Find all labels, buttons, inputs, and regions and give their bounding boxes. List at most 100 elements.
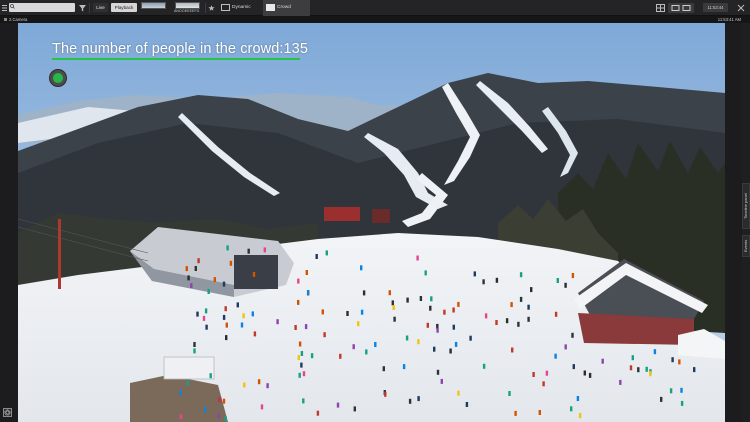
skier-figure xyxy=(583,370,586,376)
skier-figure xyxy=(436,327,439,333)
skier-figure xyxy=(186,380,190,386)
skier-figure xyxy=(193,342,196,347)
skier-figure xyxy=(653,349,657,355)
skier-figure xyxy=(236,302,239,308)
skier-figure xyxy=(229,260,233,266)
skier-figure xyxy=(298,372,301,378)
skier-figure xyxy=(440,378,443,384)
skier-figure xyxy=(179,414,183,420)
skier-figure xyxy=(207,289,210,294)
layout-thumbnail-1[interactable] xyxy=(141,2,166,9)
playback-button[interactable]: Playback xyxy=(111,3,137,12)
skier-figure xyxy=(297,299,300,305)
skier-figure xyxy=(532,372,535,377)
grid-icon[interactable] xyxy=(656,3,665,13)
skier-figure xyxy=(247,248,250,254)
skier-figure xyxy=(527,304,530,310)
divider xyxy=(205,3,206,13)
skier-figure xyxy=(336,402,340,408)
skier-figure xyxy=(226,245,229,251)
tab-crowd-detector[interactable]: Crowd Detector xyxy=(263,0,310,26)
skier-figure xyxy=(465,402,469,407)
skier-figure xyxy=(680,400,684,406)
skier-figure xyxy=(424,270,427,276)
skier-figure xyxy=(253,331,257,337)
skier-figure xyxy=(680,387,683,393)
skier-figure xyxy=(276,319,279,325)
skier-figure xyxy=(482,279,485,285)
skier-figure xyxy=(527,316,530,322)
search-box[interactable] xyxy=(9,3,75,12)
skier-figure xyxy=(571,273,575,278)
skier-figure xyxy=(517,321,520,327)
search-input[interactable] xyxy=(9,3,75,12)
skier-figure xyxy=(204,308,208,314)
skier-figure xyxy=(257,379,261,385)
skier-figure xyxy=(204,407,207,413)
clock-button[interactable]: 11:53:44 xyxy=(703,3,728,12)
skier-figure xyxy=(205,324,208,330)
skier-figure xyxy=(538,410,541,415)
skier-figure xyxy=(678,359,681,365)
skier-figure xyxy=(629,365,633,371)
star-icon[interactable] xyxy=(208,3,215,13)
skier-figure xyxy=(185,266,188,272)
camera-name: 2.Camera xyxy=(9,17,28,22)
skier-figure xyxy=(416,255,419,261)
skier-figure xyxy=(225,335,228,341)
skier-figure xyxy=(222,398,226,404)
skier-figure xyxy=(530,287,533,293)
timeline-panel-tab[interactable]: Timeline panel xyxy=(742,183,750,229)
skier-figure xyxy=(564,282,567,288)
skier-figure xyxy=(406,297,409,303)
camera-icon xyxy=(4,18,7,21)
camera-settings-button[interactable] xyxy=(3,408,12,417)
skier-figure xyxy=(263,247,266,253)
skier-figure xyxy=(353,406,356,412)
events-tab[interactable]: Events xyxy=(742,235,750,257)
skier-figure xyxy=(669,388,673,394)
skier-figure xyxy=(242,313,245,319)
skier-figure xyxy=(297,278,300,284)
live-button[interactable]: Live xyxy=(93,3,108,12)
skier-figure xyxy=(300,362,303,368)
skier-figure xyxy=(202,315,206,321)
skier-figure xyxy=(449,348,452,354)
skier-figure xyxy=(218,397,221,403)
skier-figure xyxy=(545,370,549,376)
skier-figure xyxy=(194,266,197,271)
tab-dynamic-layout[interactable]: Dynamic layout xyxy=(218,0,262,26)
skier-figure xyxy=(619,379,622,385)
skier-figure xyxy=(252,271,256,277)
skier-figure xyxy=(346,311,349,316)
skier-figure xyxy=(297,355,300,361)
layout-thumbnail-2[interactable] xyxy=(175,2,200,9)
skier-figure xyxy=(570,406,573,412)
skier-figure xyxy=(649,371,652,377)
skier-figure xyxy=(637,367,640,373)
skier-figure xyxy=(511,347,514,353)
skier-figure xyxy=(482,363,486,369)
skier-figure xyxy=(193,348,196,354)
camera-video-view[interactable]: The number of people in the crowd:135 xyxy=(18,23,725,422)
skier-figure xyxy=(429,305,432,311)
skier-figure xyxy=(266,383,269,389)
skier-figure xyxy=(251,311,254,317)
skier-figure xyxy=(225,322,228,328)
skier-figure xyxy=(443,309,446,315)
skier-figure xyxy=(222,281,226,287)
skier-figure xyxy=(302,371,306,377)
fullscreen-icon[interactable] xyxy=(668,3,694,13)
skier-figure xyxy=(693,367,696,373)
filter-icon[interactable] xyxy=(79,3,86,13)
skier-figure xyxy=(508,391,511,396)
skier-figure xyxy=(393,316,396,322)
skier-figure xyxy=(190,283,193,289)
skier-figure xyxy=(260,404,264,410)
skier-figure xyxy=(307,290,310,295)
menu-icon[interactable] xyxy=(2,3,7,13)
skier-figure xyxy=(339,353,342,359)
skier-figure xyxy=(392,305,395,310)
close-icon[interactable] xyxy=(737,3,745,13)
skier-figure xyxy=(510,302,513,308)
